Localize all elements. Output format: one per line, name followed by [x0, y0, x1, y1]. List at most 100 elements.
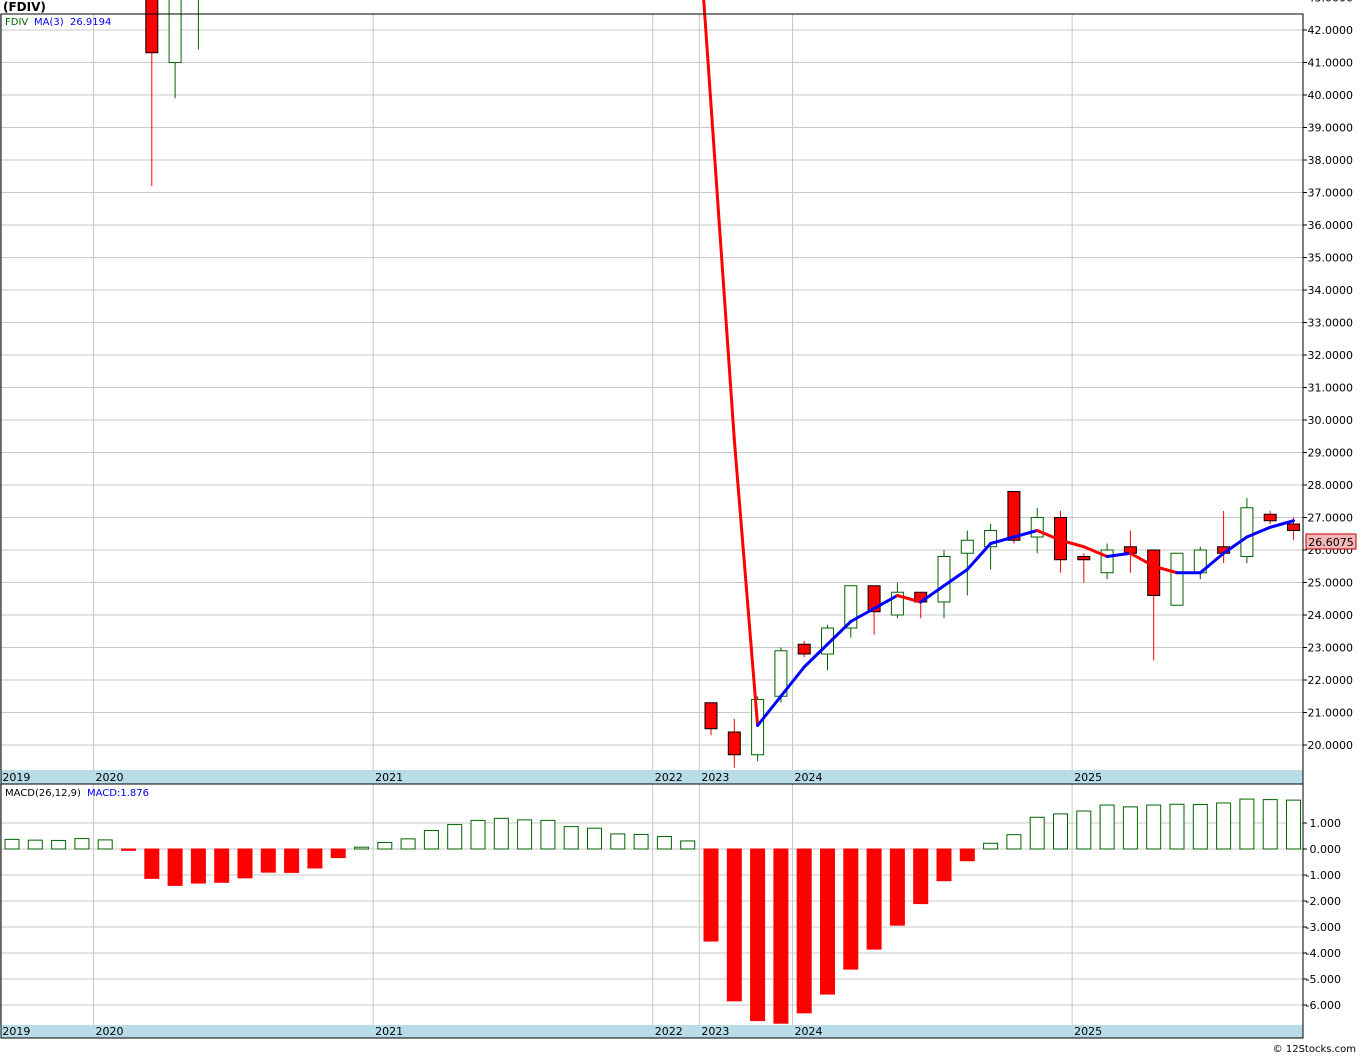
macd-bar: [866, 848, 882, 950]
macd-bar: [1099, 804, 1115, 850]
macd-year-label: 2020: [96, 1025, 124, 1038]
price-tick-label: 31.0000: [1308, 382, 1354, 395]
macd-bar: [447, 824, 463, 850]
macd-bar: [1053, 813, 1068, 850]
macd-bar: [959, 848, 975, 862]
macd-tick-label: 0.000: [1310, 843, 1342, 856]
price-tick-label: 22.0000: [1308, 674, 1354, 687]
price-date-band: [1, 770, 1303, 784]
macd-bar: [27, 839, 43, 850]
macd-bar: [587, 827, 602, 850]
macd-bar: [1076, 810, 1092, 850]
candle-body: [1240, 507, 1254, 557]
macd-bar: [936, 848, 952, 882]
candle-body: [1170, 552, 1184, 606]
macd-bar: [563, 826, 579, 850]
macd-bar: [1029, 816, 1045, 850]
macd-value-label: MACD:1.876: [87, 788, 149, 799]
price-tick-label: 35.0000: [1308, 252, 1354, 265]
macd-bar: [284, 848, 300, 873]
candle-body: [1030, 517, 1044, 538]
candle-body: [937, 556, 951, 603]
candle-body: [1287, 523, 1300, 531]
price-tick-label: 27.0000: [1308, 512, 1354, 525]
macd-bar: [1006, 834, 1022, 850]
stock-chart: 20.0000 21.0000 22.0000 23.0000 24.0000 25.00…: [0, 0, 1360, 1056]
macd-tick-label: -1.000: [1306, 869, 1341, 882]
macd-bar: [796, 848, 812, 1014]
macd-bar: [1262, 799, 1278, 850]
macd-bar: [1122, 806, 1138, 850]
macd-bar: [493, 817, 509, 850]
candle-body: [727, 731, 741, 756]
candle-body: [168, 0, 182, 63]
macd-bar: [889, 848, 905, 926]
candle-body: [797, 643, 811, 655]
candle-body: [1263, 513, 1277, 522]
candle-body: [960, 539, 974, 554]
price-tick-label: 38.0000: [1308, 154, 1354, 167]
macd-bar: [913, 848, 929, 905]
watermark: © 12Stocks.com: [1273, 1044, 1356, 1055]
legend-symbol: FDIV: [5, 17, 28, 28]
macd-bar: [633, 833, 649, 850]
chart-stage: 20.0000 21.0000 22.0000 23.0000 24.0000 25.00…: [0, 0, 1360, 1056]
chart-title: (FDIV): [3, 0, 46, 14]
macd-bar: [121, 848, 136, 851]
price-tick-label: 32.0000: [1308, 349, 1354, 362]
macd-bar: [983, 842, 999, 850]
macd-bar: [726, 848, 742, 1002]
price-year-label: 2021: [375, 771, 403, 784]
price-tick-label: 21.0000: [1308, 707, 1354, 720]
macd-bar: [51, 839, 67, 850]
price-year-label: 2025: [1074, 771, 1102, 784]
price-tick-label: 23.0000: [1308, 642, 1354, 655]
price-tick-label: 25.0000: [1308, 577, 1354, 590]
price-tick-label: 29.0000: [1308, 447, 1354, 460]
macd-bar: [773, 848, 789, 1024]
price-year-label: 2022: [655, 771, 683, 784]
macd-tick-label: -4.000: [1306, 947, 1341, 960]
background: [0, 0, 1360, 1056]
candle-body: [145, 0, 159, 54]
price-tick-label: 34.0000: [1308, 284, 1354, 297]
macd-bar: [144, 848, 160, 879]
macd-tick-label: -6.000: [1306, 999, 1341, 1012]
macd-bar: [74, 838, 90, 850]
macd-bar: [400, 838, 416, 850]
price-tick-label: 39.0000: [1308, 122, 1354, 135]
candle-body: [1077, 556, 1091, 561]
price-tick-label: 43.0000: [1308, 0, 1354, 5]
macd-year-label: 2022: [655, 1025, 683, 1038]
macd-bar: [680, 840, 696, 850]
price-year-label: 2019: [2, 771, 30, 784]
macd-bar: [97, 839, 113, 850]
price-year-label: 2024: [795, 771, 823, 784]
macd-bar: [1216, 802, 1232, 850]
macd-bar: [237, 848, 253, 879]
macd-bar: [540, 819, 556, 850]
price-tick-label: 41.0000: [1308, 57, 1354, 70]
macd-bar: [517, 819, 533, 850]
price-tick-label: 24.0000: [1308, 609, 1354, 622]
macd-bar: [656, 836, 672, 850]
legend-ma-value: 26.9194: [70, 17, 111, 28]
price-tick-label: 20.0000: [1308, 739, 1354, 752]
macd-bar: [1192, 804, 1208, 850]
candle-body: [704, 702, 718, 730]
legend-ma-label: MA(3): [34, 17, 64, 28]
price-year-label: 2020: [96, 771, 124, 784]
macd-bar: [820, 848, 835, 995]
macd-bar: [260, 848, 276, 873]
price-tick-label: 42.0000: [1308, 24, 1354, 37]
macd-bar: [1286, 799, 1301, 850]
macd-label: MACD(26,12,9): [5, 788, 81, 799]
last-price-value: 26.6075: [1308, 536, 1354, 549]
price-tick-label: 40.0000: [1308, 89, 1354, 102]
price-tick-label: 30.0000: [1308, 414, 1354, 427]
macd-tick-label: -3.000: [1306, 921, 1341, 934]
macd-bar: [610, 833, 626, 850]
price-year-label: 2023: [701, 771, 729, 784]
macd-bar: [4, 838, 20, 850]
macd-bar: [377, 842, 393, 850]
